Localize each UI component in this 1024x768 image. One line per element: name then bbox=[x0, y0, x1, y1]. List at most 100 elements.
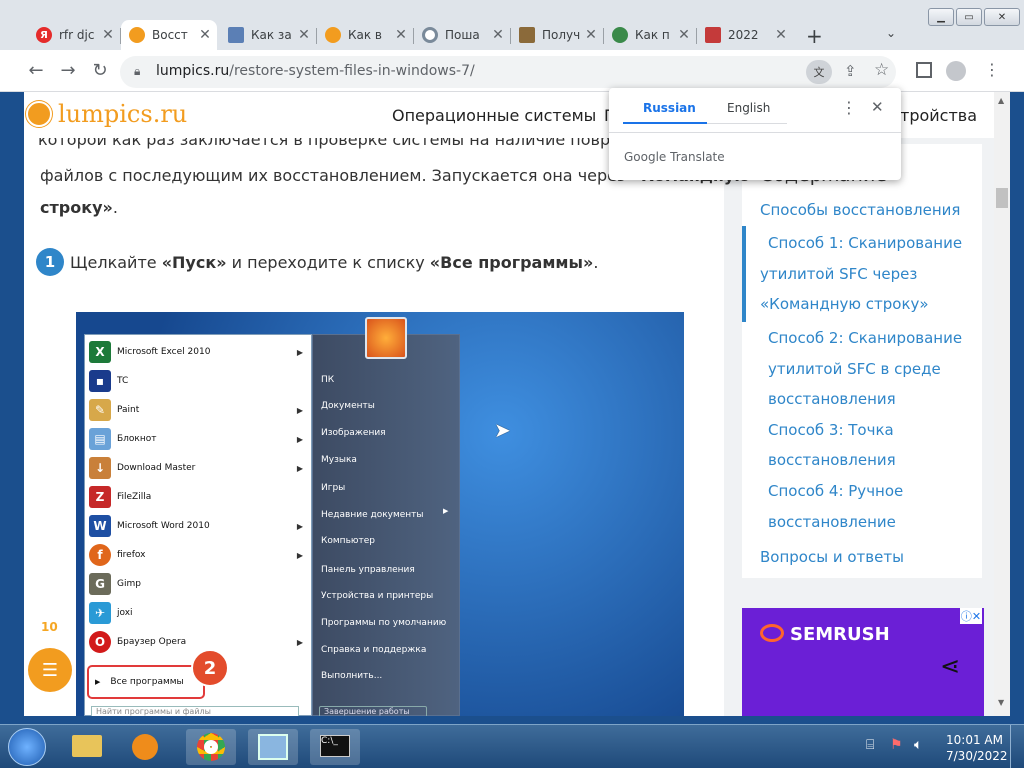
tab-5[interactable]: Поша ✕ bbox=[414, 20, 510, 50]
tab-6[interactable]: Получ ✕ bbox=[511, 20, 603, 50]
tab-2-active[interactable]: Восст ✕ bbox=[121, 20, 217, 50]
arrow-right-icon: ▶ bbox=[296, 405, 303, 415]
nav-operating-systems[interactable]: Операционные системы bbox=[392, 106, 596, 125]
translate-menu-kebab-icon[interactable]: ⋮ bbox=[841, 98, 857, 117]
toc-item-method3-l1[interactable]: Способ 3: Точка bbox=[768, 415, 894, 446]
maximize-button[interactable]: ▭ bbox=[956, 8, 982, 26]
new-tab-button[interactable]: + bbox=[806, 24, 823, 48]
tab-8[interactable]: 2022 ✕ bbox=[697, 20, 793, 50]
taskbar-explorer[interactable] bbox=[62, 729, 112, 765]
start-menu-screenshot: X Microsoft Excel 2010 ▶ ▪ TC ✎ Paint ▶ ▤ Блок… bbox=[76, 312, 684, 716]
close-icon[interactable]: ✕ bbox=[100, 27, 116, 43]
close-icon[interactable]: ✕ bbox=[490, 27, 506, 43]
share-icon[interactable]: ⇪ bbox=[844, 62, 857, 80]
site-logo[interactable]: lumpics.ru bbox=[26, 100, 187, 128]
toc-item-method3-l2[interactable]: восстановления bbox=[768, 445, 896, 476]
close-icon[interactable]: ✕ bbox=[296, 27, 312, 43]
toc-item-method1-l2[interactable]: утилитой SFC через bbox=[760, 259, 917, 290]
chat-button[interactable]: ☰ bbox=[28, 648, 72, 692]
joxi-icon: ✈ bbox=[89, 602, 111, 624]
ad-banner[interactable]: SEMRUSH ⓘ✕ ⋖ bbox=[742, 608, 984, 716]
minimize-button[interactable]: ▁ bbox=[928, 8, 954, 26]
link-recent-documents: Недавние документы bbox=[321, 510, 424, 520]
toc-active-marker bbox=[742, 226, 746, 322]
chrome-icon bbox=[197, 733, 225, 761]
lock-icon[interactable]: 🔒︎ bbox=[134, 64, 140, 79]
tab-russian[interactable]: Russian bbox=[643, 101, 696, 115]
toc-item-method1-l3[interactable]: «Командную строку» bbox=[760, 289, 929, 320]
arrow-right-icon: ▶ bbox=[296, 347, 303, 357]
tab-english[interactable]: English bbox=[727, 101, 770, 115]
scroll-down-icon[interactable]: ▼ bbox=[998, 698, 1004, 707]
toc-item-method2-l3[interactable]: восстановления bbox=[768, 384, 896, 415]
toc-item-method2-l1[interactable]: Способ 2: Сканирование bbox=[768, 323, 962, 354]
tab-title: 2022 bbox=[728, 28, 759, 42]
show-desktop-button[interactable] bbox=[1010, 725, 1024, 768]
scroll-up-icon[interactable]: ▲ bbox=[998, 96, 1004, 105]
forward-arrow-icon[interactable]: → bbox=[56, 60, 80, 81]
taskbar-media-player[interactable] bbox=[120, 729, 170, 765]
url-text[interactable]: lumpics.ru/restore-system-files-in-windo… bbox=[156, 63, 475, 79]
tab-title: Получ bbox=[542, 28, 581, 42]
start-search-box: Найти программы и файлы bbox=[91, 706, 299, 716]
start-button[interactable] bbox=[8, 728, 46, 766]
close-icon[interactable]: ✕ bbox=[393, 27, 409, 43]
shutdown-button: Завершение работы bbox=[319, 706, 427, 716]
close-icon[interactable]: ✕ bbox=[197, 27, 213, 43]
tab-4[interactable]: Как в ✕ bbox=[317, 20, 413, 50]
profile-avatar-icon[interactable] bbox=[946, 61, 966, 81]
link-control-panel: Панель управления bbox=[321, 565, 415, 575]
side-panel-icon[interactable] bbox=[916, 62, 932, 78]
toc-item-method1-l1[interactable]: Способ 1: Сканирование bbox=[768, 228, 962, 259]
clock-date[interactable]: 7/30/2022 bbox=[946, 749, 1008, 763]
start-menu-programs: X Microsoft Excel 2010 ▶ ▪ TC ✎ Paint ▶ ▤ Блок… bbox=[84, 334, 312, 716]
arrow-right-icon: ▶ bbox=[296, 434, 303, 444]
tab-search-chevron-icon[interactable]: ⌄ bbox=[886, 26, 896, 40]
command-prompt-icon: C:\_ bbox=[320, 735, 350, 757]
page-scrollbar[interactable]: ▲ ▼ bbox=[994, 92, 1010, 716]
logo-text: lumpics.ru bbox=[58, 100, 188, 128]
link-default-programs: Программы по умолчанию bbox=[321, 618, 447, 628]
translate-close-icon[interactable]: ✕ bbox=[871, 98, 884, 116]
volume-icon[interactable]: 🔈︎ bbox=[914, 737, 922, 753]
site-icon bbox=[612, 27, 628, 43]
toc-item-faq[interactable]: Вопросы и ответы bbox=[760, 542, 904, 573]
reload-icon[interactable]: ↻ bbox=[88, 60, 112, 81]
tab-3[interactable]: Как за ✕ bbox=[220, 20, 316, 50]
tab-7[interactable]: Как п ✕ bbox=[604, 20, 696, 50]
tab-1[interactable]: Яrfr djc ✕ bbox=[28, 20, 120, 50]
clock-time[interactable]: 10:01 AM bbox=[946, 733, 1003, 747]
menu-kebab-icon[interactable]: ⋮ bbox=[984, 60, 1000, 79]
ad-info-icon[interactable]: ⓘ✕ bbox=[960, 608, 982, 624]
url-host: lumpics.ru bbox=[156, 63, 230, 79]
chat-count: 10 bbox=[41, 620, 58, 634]
translate-icon[interactable]: 文 bbox=[806, 60, 832, 84]
close-window-button[interactable]: ✕ bbox=[984, 8, 1020, 26]
google-translate-brand: Google Translate bbox=[624, 150, 725, 164]
step-2-badge: 2 bbox=[191, 649, 229, 687]
lumpics-icon bbox=[325, 27, 341, 43]
tab-title: Как в bbox=[348, 28, 383, 42]
tab-title: Как п bbox=[635, 28, 670, 42]
close-icon[interactable]: ✕ bbox=[676, 27, 692, 43]
scrollbar-thumb[interactable] bbox=[996, 188, 1008, 208]
link-run: Выполнить... bbox=[321, 671, 383, 681]
toc-item-methods[interactable]: Способы восстановления bbox=[760, 195, 960, 226]
toc-item-method4-l2[interactable]: восстановление bbox=[768, 507, 896, 538]
tab-title: rfr djc bbox=[59, 28, 95, 42]
close-icon[interactable]: ✕ bbox=[773, 27, 789, 43]
gimp-icon: G bbox=[89, 573, 111, 595]
network-icon[interactable]: ⌸ bbox=[866, 737, 874, 753]
flag-icon[interactable]: ⚑ bbox=[890, 737, 903, 753]
translate-popup: Russian English ⋮ ✕ Google Translate bbox=[609, 88, 901, 180]
toc-item-method2-l2[interactable]: утилитой SFC в среде bbox=[768, 354, 941, 385]
bookmark-star-icon[interactable]: ☆ bbox=[874, 60, 889, 80]
tab-title: Поша bbox=[445, 28, 480, 42]
nav-devices[interactable]: тройства bbox=[900, 106, 977, 125]
taskbar-chrome[interactable] bbox=[186, 729, 236, 765]
toc-item-method4-l1[interactable]: Способ 4: Ручное bbox=[768, 476, 903, 507]
back-arrow-icon[interactable]: ← bbox=[24, 60, 48, 81]
taskbar-control-panel[interactable] bbox=[248, 729, 298, 765]
taskbar-cmd[interactable]: C:\_ bbox=[310, 729, 360, 765]
close-icon[interactable]: ✕ bbox=[583, 27, 599, 43]
